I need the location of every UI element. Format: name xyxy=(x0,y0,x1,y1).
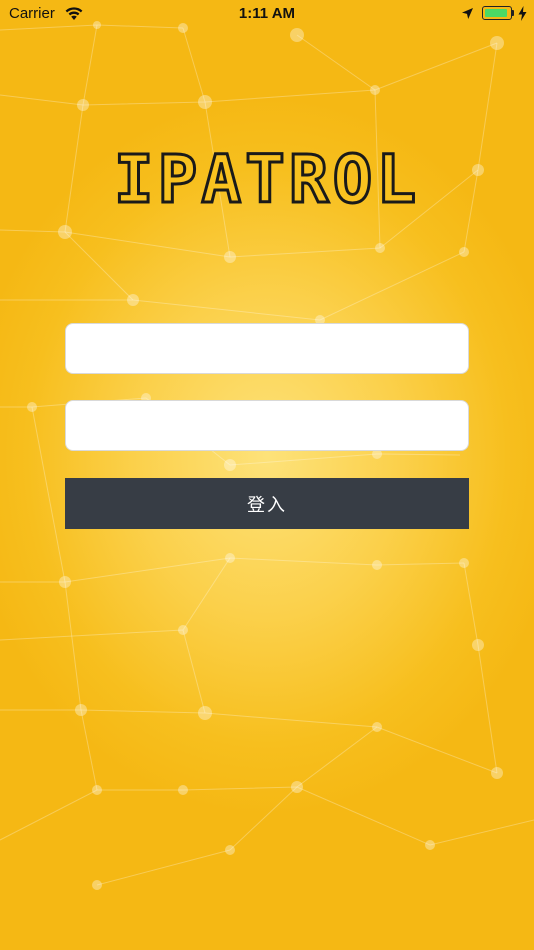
battery-tip xyxy=(512,10,514,16)
battery-icon xyxy=(482,6,512,20)
clock-time: 1:11 AM xyxy=(238,5,296,22)
login-button[interactable]: 登入 xyxy=(65,478,469,529)
status-bar: Carrier 1:11 AM xyxy=(0,0,534,28)
location-arrow-icon xyxy=(462,8,473,19)
battery-level-fill xyxy=(484,8,508,17)
username-field[interactable] xyxy=(65,323,469,374)
charging-bolt-icon xyxy=(518,6,527,21)
password-field[interactable] xyxy=(65,400,469,451)
login-screen: Carrier 1:11 AM IPATROL 登入 xyxy=(0,0,534,950)
app-logo: IPATROL xyxy=(112,140,421,220)
